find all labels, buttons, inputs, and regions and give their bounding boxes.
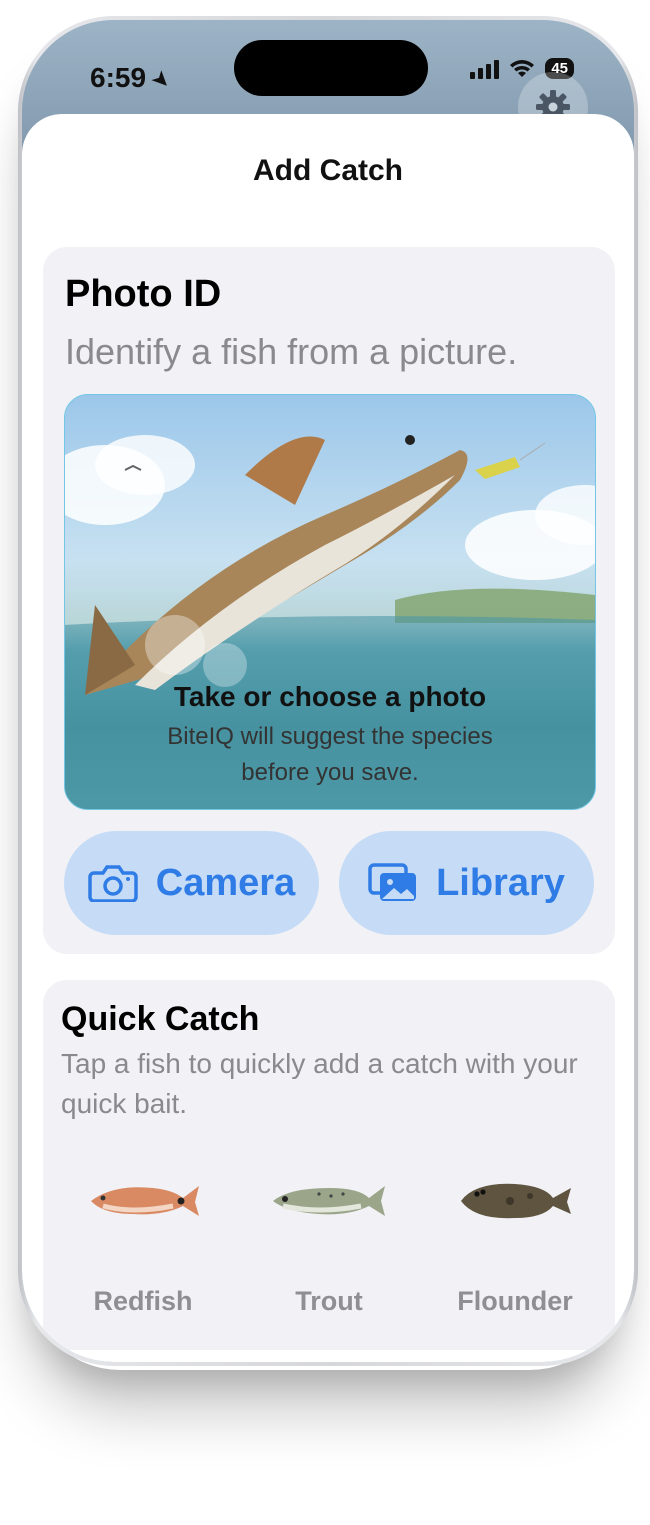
photo-caption-line1: BiteIQ will suggest the species [167, 723, 493, 750]
photo-picker-area[interactable]: Take or choose a photo BiteIQ will sugge… [64, 394, 596, 810]
redfish-label: Redfish [93, 1286, 193, 1316]
dynamic-island [234, 40, 428, 96]
redfish-icon [91, 1186, 199, 1216]
camera-icon [88, 865, 138, 902]
sheet-title: Add Catch [253, 154, 403, 187]
screen: 6:59➤ 45 Add Catch Photo ID Identify a f… [22, 20, 634, 1362]
photo-caption: Take or choose a photo BiteIQ will sugge… [65, 681, 595, 791]
quick-catch-title: Quick Catch [61, 1000, 260, 1038]
quick-catch-card: Quick Catch Tap a fish to quickly add a … [43, 980, 615, 1350]
cellular-signal-icon [470, 59, 500, 79]
trout-label: Trout [295, 1286, 363, 1316]
trout-icon [273, 1186, 385, 1216]
quick-catch-redfish[interactable]: Redfish [63, 1176, 223, 1316]
library-button[interactable]: Library [339, 831, 594, 935]
flounder-label: Flounder [457, 1286, 573, 1316]
device-frame: 6:59➤ 45 Add Catch Photo ID Identify a f… [18, 16, 638, 1366]
photo-library-icon [368, 863, 417, 901]
quick-catch-subtitle: Tap a fish to quickly add a catch with y… [61, 1048, 578, 1119]
photo-id-subtitle: Identify a fish from a picture. [65, 331, 518, 372]
photo-id-title: Photo ID [65, 273, 222, 315]
camera-button-label: Camera [155, 861, 296, 904]
add-catch-sheet: Add Catch Photo ID Identify a fish from … [22, 114, 634, 1362]
photo-id-card: Photo ID Identify a fish from a picture. [43, 247, 615, 954]
photo-caption-title: Take or choose a photo [173, 681, 487, 712]
photo-caption-line2: before you save. [241, 759, 419, 786]
camera-button[interactable]: Camera [64, 831, 319, 935]
quick-catch-flounder[interactable]: Flounder [435, 1176, 595, 1316]
quick-catch-trout[interactable]: Trout [249, 1176, 409, 1316]
status-time: 6:59➤ [90, 62, 177, 95]
library-button-label: Library [436, 861, 565, 904]
wifi-icon [510, 59, 535, 77]
flounder-icon [461, 1183, 571, 1219]
status-time-text: 6:59 [90, 62, 147, 93]
